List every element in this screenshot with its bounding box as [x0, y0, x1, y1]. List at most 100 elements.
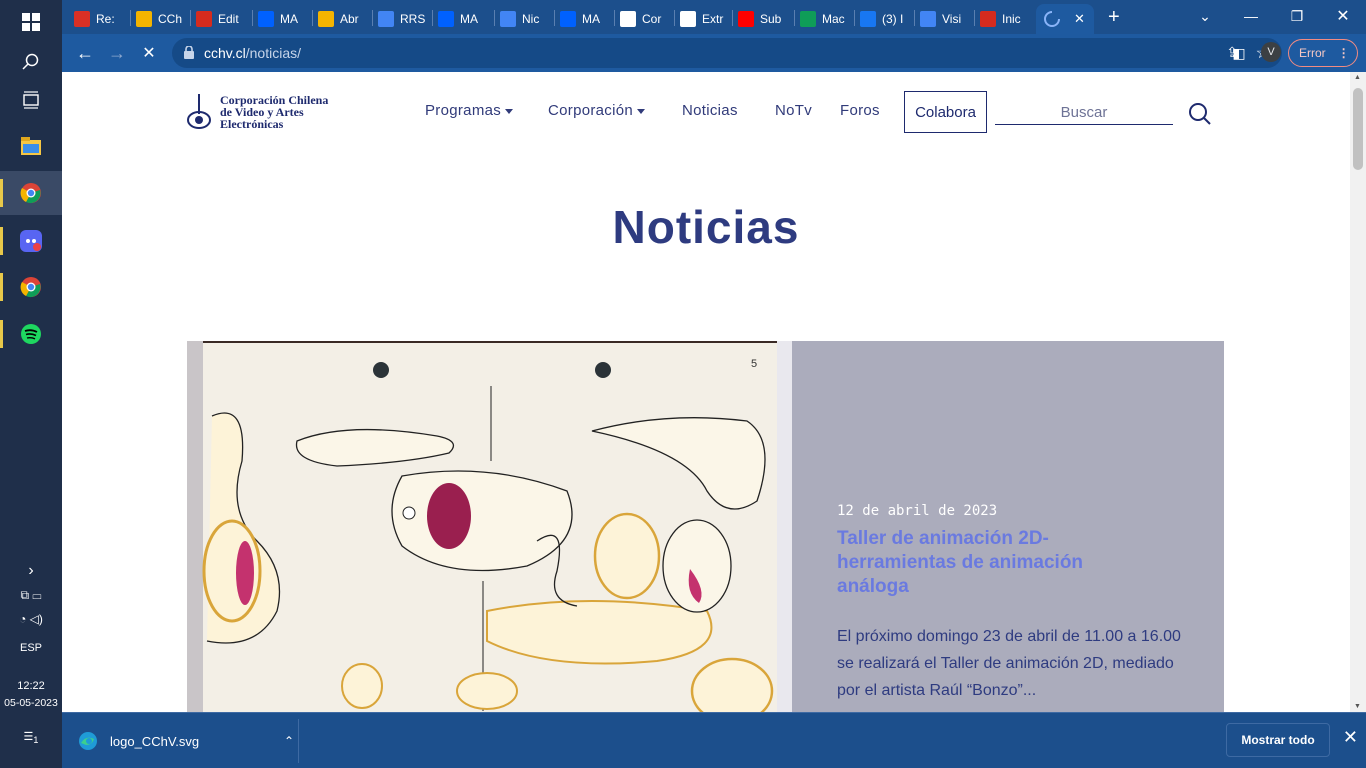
dropbox-icon	[438, 11, 454, 27]
browser-tab[interactable]: Inic	[980, 4, 1032, 34]
notification-count: 1	[33, 735, 39, 746]
cchv-logo-icon	[187, 94, 211, 129]
chrome-taskbar-button[interactable]	[0, 171, 62, 215]
colabora-button[interactable]: Colabora	[904, 91, 987, 133]
back-arrow-icon: ←	[76, 42, 94, 63]
browser-tab[interactable]: (3) I	[860, 4, 912, 34]
discord-taskbar-button[interactable]	[0, 219, 62, 263]
scroll-down-arrow-icon[interactable]: ▼	[1354, 703, 1361, 710]
browser-tab[interactable]: Extr	[680, 4, 732, 34]
windows-logo-icon	[22, 13, 40, 31]
search-icon[interactable]	[1188, 102, 1212, 126]
file-explorer-button[interactable]	[0, 124, 62, 168]
close-window-button[interactable]: ✕	[1320, 0, 1366, 32]
scrollbar-thumb[interactable]	[1353, 88, 1363, 170]
tab-separator	[432, 10, 433, 26]
tab-label: Abr	[340, 12, 359, 26]
language-indicator[interactable]: ESP	[0, 642, 62, 654]
site-search-input[interactable]	[995, 100, 1173, 125]
restore-button[interactable]: ❐	[1274, 0, 1320, 32]
tab-close-icon[interactable]: ✕	[1074, 11, 1085, 27]
nav-notv[interactable]: NoTv	[775, 102, 812, 119]
nav-noticias[interactable]: Noticias	[682, 102, 738, 119]
downloads-bar: logo_CChV.svg ⌃ Mostrar todo ✕	[62, 712, 1366, 768]
show-hidden-icons-chevron-icon[interactable]: ›	[0, 562, 62, 580]
browser-tab[interactable]: Abr	[318, 4, 370, 34]
clock-time[interactable]: 12:22	[0, 680, 62, 692]
chrome-profile-taskbar-button[interactable]	[0, 265, 62, 309]
site-logo[interactable]: Corporación Chilena de Video y Artes Ele…	[186, 92, 328, 130]
browser-tab[interactable]: Cor	[620, 4, 672, 34]
browser-tab[interactable]: RRS	[378, 4, 430, 34]
news-excerpt: El próximo domingo 23 de abril de 11.00 …	[837, 628, 1181, 699]
task-view-button[interactable]	[0, 78, 62, 122]
start-button[interactable]	[0, 0, 62, 44]
browser-tab[interactable]: Mac	[800, 4, 852, 34]
docs-icon	[500, 11, 516, 27]
more-menu-icon: ⋮	[1337, 46, 1350, 60]
chrome-icon	[20, 277, 41, 298]
flag-icon	[980, 11, 996, 27]
spotify-taskbar-button[interactable]	[0, 312, 62, 356]
url-text: cchv.cl/noticias/	[204, 45, 301, 61]
side-panel-button[interactable]: ◧	[1224, 38, 1254, 68]
browser-tab[interactable]: MA	[560, 4, 612, 34]
lock-icon	[184, 46, 194, 59]
notification-center-button[interactable]: ☰1	[0, 730, 62, 745]
stop-loading-button[interactable]: ✕	[134, 38, 164, 68]
error-button[interactable]: Error ⋮	[1288, 39, 1358, 67]
tab-separator	[614, 10, 615, 26]
gmail-icon	[74, 11, 90, 27]
youtube-icon	[738, 11, 754, 27]
network-volume-icons[interactable]: ◔ ◁)	[0, 612, 62, 626]
page-scrollbar[interactable]: ▲ ▼	[1350, 72, 1366, 712]
side-panel-icon: ◧	[1232, 44, 1246, 61]
news-image-animation-drawing[interactable]: 5	[187, 341, 792, 712]
tab-active-loading[interactable]: ✕	[1036, 4, 1094, 34]
forward-button[interactable]: →	[102, 38, 132, 68]
browser-tab[interactable]: Re:	[74, 4, 126, 34]
error-label: Error	[1299, 46, 1326, 60]
browser-tab[interactable]: Visi	[920, 4, 972, 34]
docs-icon	[378, 11, 394, 27]
tab-separator	[190, 10, 191, 26]
back-button[interactable]: ←	[70, 38, 100, 68]
nav-foros[interactable]: Foros	[840, 102, 880, 119]
minimize-button[interactable]: —	[1228, 0, 1274, 32]
scroll-up-arrow-icon[interactable]: ▲	[1354, 74, 1361, 81]
browser-tab[interactable]: Sub	[738, 4, 790, 34]
download-options-chevron-icon[interactable]: ⌃	[284, 734, 294, 748]
browser-tab[interactable]: MA	[258, 4, 310, 34]
tab-separator	[794, 10, 795, 26]
browser-tab[interactable]: Nic	[500, 4, 552, 34]
address-bar[interactable]: cchv.cl/noticias/ ⇪ ☆	[172, 38, 1282, 68]
tab-search-chevron-icon[interactable]: ⌄	[1182, 0, 1228, 32]
url-path: /noticias/	[245, 45, 301, 61]
profile-avatar[interactable]: V	[1261, 42, 1281, 62]
close-downloads-bar-icon[interactable]: ✕	[1343, 727, 1358, 748]
browser-tab-strip: Re: CCh Edit MA Abr RRS MA Nic MA Cor Extr Sub Mac (3…	[62, 0, 1366, 34]
browser-tab[interactable]: MA	[438, 4, 490, 34]
show-all-downloads-button[interactable]: Mostrar todo	[1226, 723, 1330, 757]
system-tray-icons[interactable]: ⧉ ▭	[0, 588, 62, 603]
browser-tab[interactable]: Edit	[196, 4, 248, 34]
tab-label: Extr	[702, 12, 724, 26]
news-title-link[interactable]: Taller de animación 2D-herramientas de a…	[837, 527, 1137, 599]
clock-date[interactable]: 05-05-2023	[0, 697, 62, 709]
nav-corporacion[interactable]: Corporación	[548, 102, 646, 119]
download-item[interactable]: logo_CChV.svg ⌃	[78, 725, 294, 757]
tab-separator	[854, 10, 855, 26]
task-view-icon	[23, 91, 39, 109]
tab-label: Sub	[760, 12, 782, 26]
tab-separator	[130, 10, 131, 26]
sheet-icon	[680, 11, 696, 27]
news-card[interactable]: 5 12 de abril de 2023 Taller de animació…	[187, 341, 1224, 712]
tab-label: Visi	[942, 12, 962, 26]
browser-tab[interactable]: CCh	[136, 4, 188, 34]
new-tab-button[interactable]: +	[1108, 6, 1120, 29]
dropbox-icon	[258, 11, 274, 27]
windows-taskbar: › ⧉ ▭ ◔ ◁) ESP 12:22 05-05-2023 ☰1	[0, 0, 62, 768]
flag-icon	[196, 11, 212, 27]
nav-programas[interactable]: Programas	[425, 102, 514, 119]
tab-label: RRS	[400, 12, 426, 26]
